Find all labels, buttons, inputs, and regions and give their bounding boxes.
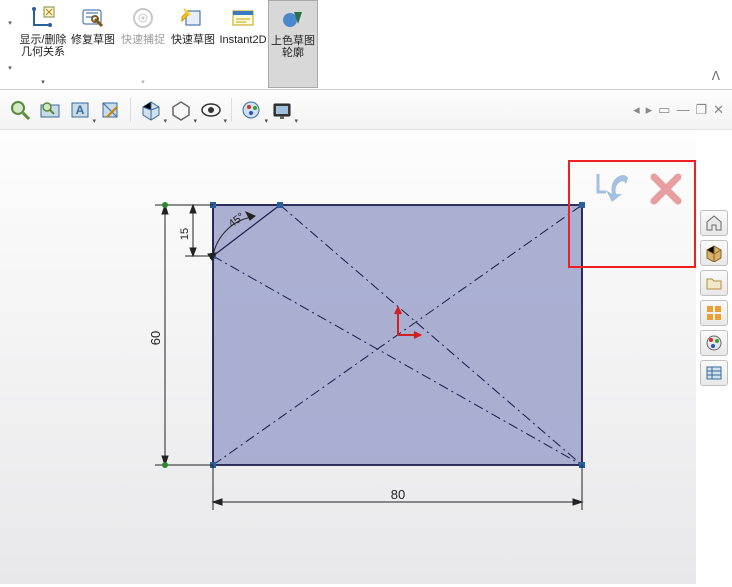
svg-text:A: A — [76, 103, 85, 117]
hide-show-button[interactable]: ▾ — [197, 96, 225, 124]
confirm-corner — [592, 168, 684, 210]
instant2d-icon — [229, 4, 257, 32]
button-label: 快速草图 — [171, 34, 215, 46]
cancel-icon[interactable] — [648, 171, 684, 207]
repair-sketch-button[interactable]: 修复草图 — [68, 0, 118, 88]
quick-sketch-button[interactable]: 快速草图 — [168, 0, 218, 88]
section-view-button[interactable] — [96, 96, 124, 124]
shaded-sketch-contour-button[interactable]: 上色草图轮廓 — [268, 0, 318, 88]
zoom-area-button[interactable] — [36, 96, 64, 124]
close-button[interactable]: ✕ — [713, 102, 724, 118]
apply-scene-button[interactable]: ▾ — [268, 96, 296, 124]
design-library-button[interactable] — [700, 240, 728, 266]
button-label: 修复草图 — [71, 34, 115, 46]
tab-right-button[interactable]: ▸ — [646, 102, 653, 118]
custom-properties-button[interactable] — [700, 360, 728, 386]
file-explorer-button[interactable] — [700, 270, 728, 296]
minimize-button[interactable]: ▭ — [658, 102, 670, 118]
button-label: 上色草图轮廓 — [269, 35, 317, 59]
button-label: Instant2D — [219, 34, 266, 46]
accept-icon[interactable] — [592, 168, 634, 210]
zoom-fit-button[interactable] — [6, 96, 34, 124]
ribbon-drag-handle[interactable]: ▾▾ — [2, 0, 18, 90]
appearances-button[interactable] — [700, 330, 728, 356]
dim-height[interactable]: 60 — [148, 331, 163, 345]
display-style-button[interactable]: ▾ — [167, 96, 195, 124]
home-button[interactable] — [700, 210, 728, 236]
view-orientation-button[interactable]: ▾ — [137, 96, 165, 124]
dim-chamfer-length[interactable]: 15 — [179, 228, 191, 240]
tab-left-button[interactable]: ◂ — [633, 102, 640, 118]
button-label: 显示/删除几何关系 — [18, 34, 68, 58]
maximize-button[interactable]: — — [676, 102, 689, 117]
prev-view-button[interactable]: A▾ — [66, 96, 94, 124]
dim-width[interactable]: 80 — [391, 487, 405, 502]
relations-icon — [29, 4, 57, 32]
edit-appearance-button[interactable]: ▾ — [238, 96, 266, 124]
quick-capture-button: 快速捕捉 ▾ — [118, 0, 168, 88]
capture-icon — [129, 4, 157, 32]
ribbon-toolbar: ▾▾ 显示/删除几何关系 ▾ 修复草图 快速捕捉 ▾ 快速草图 — [0, 0, 732, 90]
view-palette-button[interactable] — [700, 300, 728, 326]
repair-icon — [79, 4, 107, 32]
view-toolbar: A▾ ▾ ▾ ▾ ▾ ▾ ◂ ▸ ▭ — ❐ ✕ — [0, 90, 732, 130]
button-label: 快速捕捉 — [121, 34, 165, 46]
restore-button[interactable]: ❐ — [695, 102, 707, 118]
display-delete-relations-button[interactable]: 显示/删除几何关系 ▾ — [18, 0, 68, 88]
instant2d-button[interactable]: Instant2D — [218, 0, 268, 88]
ribbon-collapse-button[interactable]: ᐱ — [712, 69, 720, 83]
shaded-contour-icon — [279, 5, 307, 33]
window-controls: ◂ ▸ ▭ — ❐ ✕ — [633, 102, 724, 118]
task-pane — [700, 210, 730, 386]
quick-sketch-icon — [179, 4, 207, 32]
